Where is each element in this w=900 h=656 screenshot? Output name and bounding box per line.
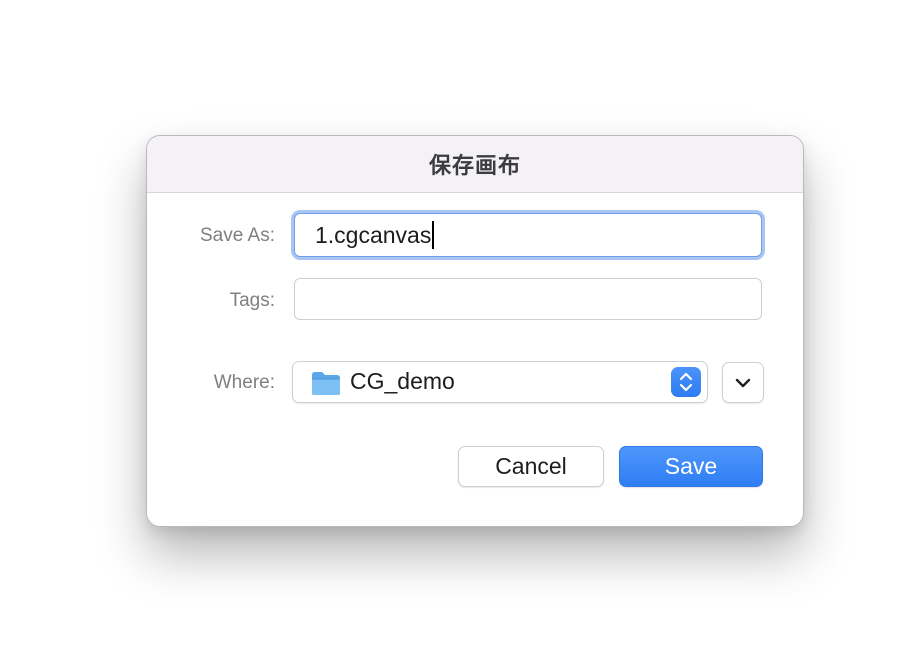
- chevron-up-down-icon: [679, 372, 693, 392]
- dialog-titlebar: 保存画布: [147, 136, 803, 193]
- save-as-value: 1.cgcanvas: [315, 222, 432, 248]
- where-location-popup[interactable]: CG_demo: [292, 361, 708, 403]
- screen: 保存画布 Save As: 1.cgcanvas Tags: Where: CG…: [0, 0, 900, 656]
- expand-browser-button[interactable]: [722, 362, 764, 403]
- save-as-field[interactable]: 1.cgcanvas: [294, 213, 762, 257]
- save-as-text: 1.cgcanvas: [315, 221, 435, 249]
- save-as-label: Save As:: [200, 225, 275, 246]
- text-caret: [432, 221, 435, 249]
- tags-field[interactable]: [294, 278, 762, 320]
- chevron-down-icon: [735, 378, 751, 388]
- tags-label: Tags:: [229, 290, 275, 311]
- save-button[interactable]: Save: [619, 446, 763, 487]
- location-stepper[interactable]: [671, 367, 701, 397]
- folder-icon: [312, 372, 340, 395]
- where-label: Where:: [213, 372, 275, 393]
- cancel-button[interactable]: Cancel: [458, 446, 604, 487]
- dialog-title: 保存画布: [428, 154, 521, 179]
- save-dialog: 保存画布 Save As: 1.cgcanvas Tags: Where: CG…: [146, 135, 804, 527]
- where-selected-value: CG_demo: [350, 368, 455, 394]
